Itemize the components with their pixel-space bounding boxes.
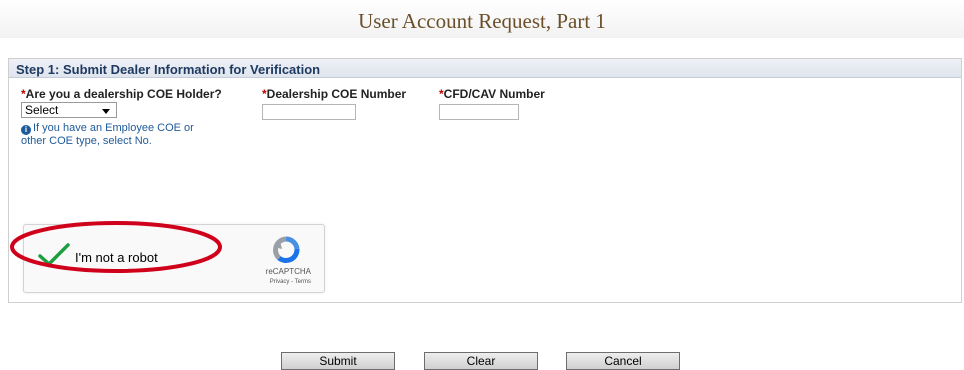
coe-holder-select[interactable]: Select — [21, 102, 117, 118]
recaptcha-logo-icon — [273, 236, 300, 264]
recaptcha-links[interactable]: Privacy - Terms — [270, 279, 311, 285]
coe-holder-label: *Are you a dealership COE Holder? — [21, 87, 222, 101]
highlight-ellipse — [10, 221, 222, 273]
dealership-coe-label: *Dealership COE Number — [262, 87, 407, 101]
info-text: If you have an Employee COE or other COE… — [21, 122, 194, 147]
clear-button[interactable]: Clear — [424, 352, 538, 370]
recaptcha-brand-name: reCAPTCHA — [265, 267, 311, 276]
dealership-coe-input[interactable] — [262, 104, 356, 120]
panel-header: Step 1: Submit Dealer Information for Ve… — [9, 59, 961, 78]
info-icon: i — [21, 125, 31, 135]
info-note: i If you have an Employee COE or other CO… — [21, 122, 221, 148]
submit-button[interactable]: Submit — [281, 352, 395, 370]
cancel-button[interactable]: Cancel — [566, 352, 680, 370]
cfd-cav-label: *CFD/CAV Number — [439, 87, 545, 101]
cfd-cav-input[interactable] — [439, 104, 519, 120]
title-bar: User Account Request, Part 1 — [0, 0, 964, 38]
page-title: User Account Request, Part 1 — [358, 9, 606, 33]
step-heading: Step 1: Submit Dealer Information for Ve… — [16, 62, 321, 77]
select-value: Select — [25, 103, 59, 117]
chevron-down-icon — [102, 109, 110, 114]
